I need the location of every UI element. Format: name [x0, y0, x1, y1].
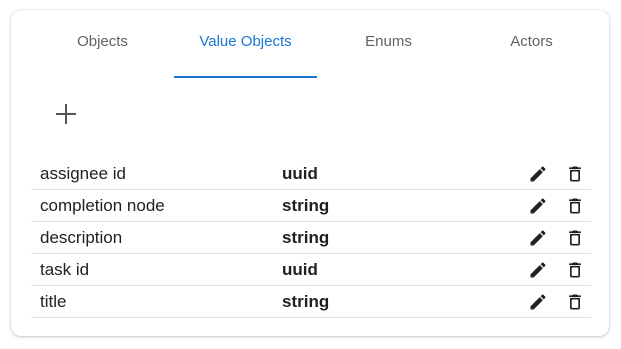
- row-name: title: [40, 292, 67, 311]
- table-row: task id uuid: [31, 254, 591, 286]
- tab-enums[interactable]: Enums: [317, 10, 460, 78]
- trash-icon: [569, 262, 581, 278]
- row-type: uuid: [282, 260, 318, 279]
- row-type: string: [282, 292, 330, 311]
- row-type: uuid: [282, 164, 318, 183]
- table-row: assignee id uuid: [31, 158, 591, 190]
- row-type: string: [282, 196, 330, 215]
- table-row: completion node string: [31, 190, 591, 222]
- delete-button[interactable]: [565, 196, 585, 216]
- plus-icon: [56, 104, 76, 124]
- delete-button[interactable]: [565, 292, 585, 312]
- row-name: assignee id: [40, 164, 127, 183]
- edit-button[interactable]: [528, 196, 548, 216]
- trash-icon: [569, 294, 581, 310]
- tab-value-objects[interactable]: Value Objects: [174, 10, 317, 78]
- pencil-icon: [530, 230, 546, 246]
- tab-actors[interactable]: Actors: [460, 10, 603, 78]
- tab-bar: Objects Value Objects Enums Actors: [31, 10, 603, 78]
- trash-icon: [569, 166, 581, 182]
- row-type: string: [282, 228, 330, 247]
- table-row: description string: [31, 222, 591, 254]
- delete-button[interactable]: [565, 228, 585, 248]
- value-objects-table: assignee id uuid completion node string …: [31, 158, 591, 318]
- pencil-icon: [530, 294, 546, 310]
- add-value-object-button[interactable]: [48, 96, 84, 132]
- row-name: task id: [40, 260, 90, 279]
- trash-icon: [569, 198, 581, 214]
- row-name: description: [40, 228, 123, 247]
- edit-button[interactable]: [528, 164, 548, 184]
- pencil-icon: [530, 262, 546, 278]
- edit-button[interactable]: [528, 228, 548, 248]
- delete-button[interactable]: [565, 260, 585, 280]
- edit-button[interactable]: [528, 292, 548, 312]
- row-name: completion node: [40, 196, 165, 215]
- trash-icon: [569, 230, 581, 246]
- edit-button[interactable]: [528, 260, 548, 280]
- table-row: title string: [31, 286, 591, 318]
- pencil-icon: [530, 166, 546, 182]
- pencil-icon: [530, 198, 546, 214]
- value-objects-card: Objects Value Objects Enums Actors assig…: [11, 10, 609, 336]
- delete-button[interactable]: [565, 164, 585, 184]
- tab-objects[interactable]: Objects: [31, 10, 174, 78]
